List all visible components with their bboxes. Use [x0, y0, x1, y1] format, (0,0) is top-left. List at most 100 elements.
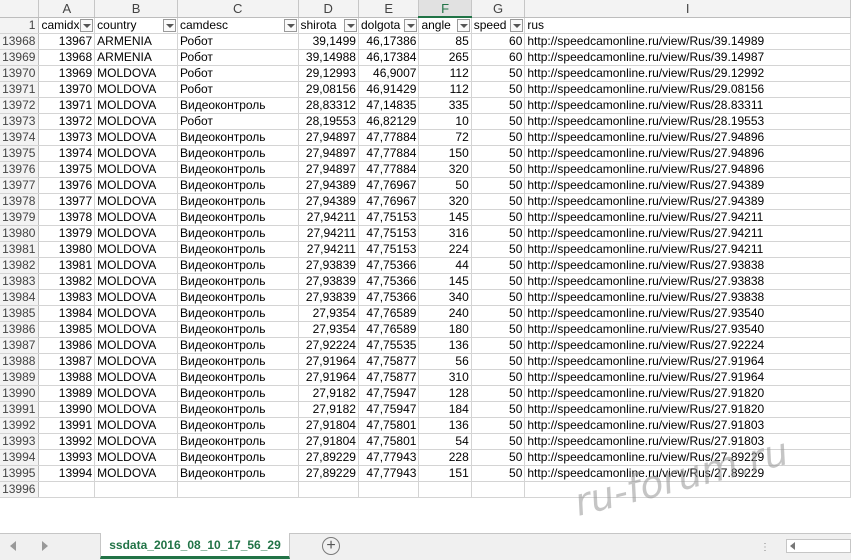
column-header-I[interactable]: I — [524, 0, 851, 18]
row-header[interactable]: 13991 — [0, 401, 40, 418]
filter-dropdown-icon[interactable] — [343, 18, 357, 32]
cell[interactable]: 47,77884 — [358, 161, 420, 178]
cell[interactable]: http://speedcamonline.ru/view/Rus/27.935… — [524, 305, 851, 322]
cell[interactable]: 50 — [471, 241, 526, 258]
cell[interactable]: 72 — [418, 129, 472, 146]
column-header-F[interactable]: F — [418, 0, 472, 18]
cell[interactable]: 46,17384 — [358, 49, 420, 66]
cell[interactable]: 47,75877 — [358, 369, 420, 386]
cell[interactable]: 13987 — [38, 353, 96, 370]
cell[interactable]: MOLDOVA — [94, 465, 178, 482]
cell[interactable]: Видеоконтроль — [177, 225, 299, 242]
cell[interactable]: 47,75366 — [358, 273, 420, 290]
cell[interactable]: http://speedcamonline.ru/view/Rus/39.149… — [524, 49, 851, 66]
column-header-D[interactable]: D — [298, 0, 359, 18]
cell[interactable]: Робот — [177, 33, 299, 50]
cell[interactable]: MOLDOVA — [94, 289, 178, 306]
row-header[interactable]: 13983 — [0, 273, 40, 290]
split-handle-icon[interactable]: ⋮ — [760, 542, 770, 553]
cell[interactable]: 47,77943 — [358, 465, 420, 482]
cell[interactable]: http://speedcamonline.ru/view/Rus/27.918… — [524, 385, 851, 402]
cell[interactable]: ARMENIA — [94, 33, 178, 50]
row-header[interactable]: 13980 — [0, 225, 40, 242]
cell[interactable]: 50 — [471, 385, 526, 402]
cell[interactable]: 13981 — [38, 257, 96, 274]
cell[interactable]: 50 — [471, 193, 526, 210]
cell[interactable]: 47,76589 — [358, 321, 420, 338]
cell[interactable]: Видеоконтроль — [177, 401, 299, 418]
row-header[interactable]: 13989 — [0, 369, 40, 386]
cell[interactable]: 47,77884 — [358, 145, 420, 162]
cell[interactable]: 50 — [471, 449, 526, 466]
column-header-G[interactable]: G — [471, 0, 526, 18]
row-header[interactable]: 13981 — [0, 241, 40, 258]
cell[interactable]: 27,93839 — [298, 273, 359, 290]
cell[interactable]: 27,94211 — [298, 209, 359, 226]
cell[interactable]: MOLDOVA — [94, 417, 178, 434]
cell[interactable]: 50 — [471, 129, 526, 146]
triangle-left-icon[interactable] — [10, 541, 16, 551]
cell[interactable]: 50 — [471, 289, 526, 306]
header-cell-camidx[interactable]: camidx — [38, 17, 96, 34]
header-cell-dolgota[interactable]: dolgota — [358, 17, 420, 34]
cell[interactable]: MOLDOVA — [94, 81, 178, 98]
cell[interactable]: Видеоконтроль — [177, 337, 299, 354]
cell[interactable]: Видеоконтроль — [177, 321, 299, 338]
cell[interactable]: 145 — [418, 273, 472, 290]
cell[interactable]: MOLDOVA — [94, 129, 178, 146]
cell[interactable]: 29,12993 — [298, 65, 359, 82]
cell[interactable]: http://speedcamonline.ru/view/Rus/39.149… — [524, 33, 851, 50]
row-header[interactable]: 13984 — [0, 289, 40, 306]
cell[interactable]: 50 — [471, 65, 526, 82]
row-header[interactable]: 1 — [0, 17, 40, 34]
scroll-left-icon[interactable] — [790, 542, 795, 550]
row-header[interactable]: 13971 — [0, 81, 40, 98]
cell[interactable]: MOLDOVA — [94, 305, 178, 322]
cell[interactable]: http://speedcamonline.ru/view/Rus/27.942… — [524, 241, 851, 258]
header-cell-rus[interactable]: rus — [524, 17, 851, 34]
row-header[interactable]: 13974 — [0, 129, 40, 146]
cell[interactable]: 47,75153 — [358, 225, 420, 242]
cell[interactable]: Видеоконтроль — [177, 209, 299, 226]
cell[interactable]: Видеоконтроль — [177, 289, 299, 306]
cell[interactable] — [358, 481, 420, 498]
cell[interactable]: 47,77884 — [358, 129, 420, 146]
cell[interactable]: 13992 — [38, 433, 96, 450]
cell[interactable]: 50 — [471, 97, 526, 114]
cell[interactable]: 340 — [418, 289, 472, 306]
filter-dropdown-icon[interactable] — [80, 18, 94, 32]
cell[interactable]: Видеоконтроль — [177, 465, 299, 482]
cell[interactable]: http://speedcamonline.ru/view/Rus/27.922… — [524, 337, 851, 354]
cell[interactable]: http://speedcamonline.ru/view/Rus/27.919… — [524, 369, 851, 386]
header-cell-shirota[interactable]: shirota — [298, 17, 359, 34]
column-header-C[interactable]: C — [177, 0, 299, 18]
cell[interactable]: Видеоконтроль — [177, 273, 299, 290]
cell[interactable]: 47,77943 — [358, 449, 420, 466]
cell[interactable]: 50 — [471, 433, 526, 450]
cell[interactable]: MOLDOVA — [94, 257, 178, 274]
cell[interactable]: 50 — [471, 321, 526, 338]
cell[interactable]: 151 — [418, 465, 472, 482]
cell[interactable]: http://speedcamonline.ru/view/Rus/29.081… — [524, 81, 851, 98]
cell[interactable]: MOLDOVA — [94, 113, 178, 130]
cell[interactable]: 27,91964 — [298, 353, 359, 370]
cell[interactable]: 50 — [471, 161, 526, 178]
cell[interactable]: Видеоконтроль — [177, 449, 299, 466]
cell[interactable]: 27,94897 — [298, 161, 359, 178]
cell[interactable]: 50 — [471, 353, 526, 370]
cell[interactable]: 27,94389 — [298, 177, 359, 194]
cell[interactable]: 50 — [471, 145, 526, 162]
cell[interactable]: http://speedcamonline.ru/view/Rus/27.948… — [524, 161, 851, 178]
cell[interactable]: Видеоконтроль — [177, 385, 299, 402]
cell[interactable]: 27,91804 — [298, 433, 359, 450]
cell[interactable]: 112 — [418, 81, 472, 98]
cell[interactable]: 13988 — [38, 369, 96, 386]
cell[interactable]: http://speedcamonline.ru/view/Rus/27.938… — [524, 289, 851, 306]
row-header[interactable]: 13994 — [0, 449, 40, 466]
cell[interactable]: Видеоконтроль — [177, 97, 299, 114]
cell[interactable]: Робот — [177, 113, 299, 130]
cell[interactable]: 39,1499 — [298, 33, 359, 50]
cell[interactable]: 50 — [471, 81, 526, 98]
cell[interactable]: 47,75801 — [358, 433, 420, 450]
row-header[interactable]: 13975 — [0, 145, 40, 162]
